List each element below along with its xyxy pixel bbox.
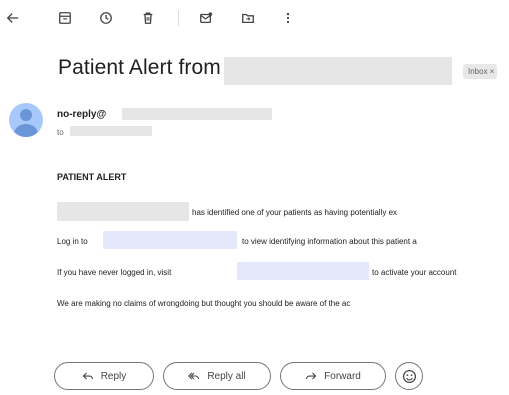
inbox-label-text: Inbox — [468, 67, 488, 76]
subject-row: Patient Alert from Inbox × — [58, 56, 509, 86]
avatar-body-shape — [14, 124, 38, 137]
body-line-2-prefix: Log in to — [57, 237, 88, 246]
body-line-3-suffix: to activate your account — [372, 268, 457, 277]
reply-all-label: Reply all — [207, 370, 246, 382]
email-heading: PATIENT ALERT — [57, 172, 127, 182]
toolbar-separator — [178, 10, 179, 26]
archive-icon[interactable] — [55, 8, 75, 28]
body-line-4: We are making no claims of wrongdoing bu… — [57, 299, 351, 308]
smiley-icon — [402, 369, 416, 383]
body-line-2-suffix: to view identifying information about th… — [242, 237, 417, 246]
body-line-3-prefix: If you have never logged in, visit — [57, 268, 172, 277]
redacted-activation-link[interactable] — [237, 262, 369, 280]
remove-label-icon[interactable]: × — [490, 67, 495, 76]
reply-all-button[interactable]: Reply all — [163, 362, 271, 390]
forward-button[interactable]: Forward — [280, 362, 386, 390]
toolbar — [0, 8, 509, 28]
back-arrow-icon[interactable] — [3, 8, 23, 28]
mark-unread-icon[interactable] — [196, 8, 216, 28]
redacted-subject — [224, 57, 452, 85]
email-subject: Patient Alert from — [58, 56, 221, 79]
inbox-label-chip[interactable]: Inbox × — [463, 64, 498, 79]
body-line-1: has identified one of your patients as h… — [192, 208, 398, 217]
recipient-label: to — [57, 128, 64, 137]
redacted-recipient — [70, 126, 152, 136]
reply-button[interactable]: Reply — [54, 362, 154, 390]
move-to-icon[interactable] — [238, 8, 258, 28]
sender-avatar[interactable] — [9, 103, 43, 137]
snooze-icon[interactable] — [96, 8, 116, 28]
forward-icon — [306, 372, 317, 380]
reply-icon — [82, 372, 93, 380]
redacted-organization — [57, 202, 189, 221]
redacted-sender-domain — [122, 108, 272, 120]
delete-icon[interactable] — [138, 8, 158, 28]
avatar-head-shape — [20, 109, 32, 121]
forward-label: Forward — [324, 370, 361, 382]
sender-address: no-reply@ — [57, 109, 107, 120]
reply-all-icon — [188, 372, 200, 380]
more-options-icon[interactable] — [278, 8, 298, 28]
reply-label: Reply — [100, 370, 127, 382]
emoji-reaction-button[interactable] — [395, 362, 423, 390]
redacted-login-link[interactable] — [103, 231, 237, 249]
